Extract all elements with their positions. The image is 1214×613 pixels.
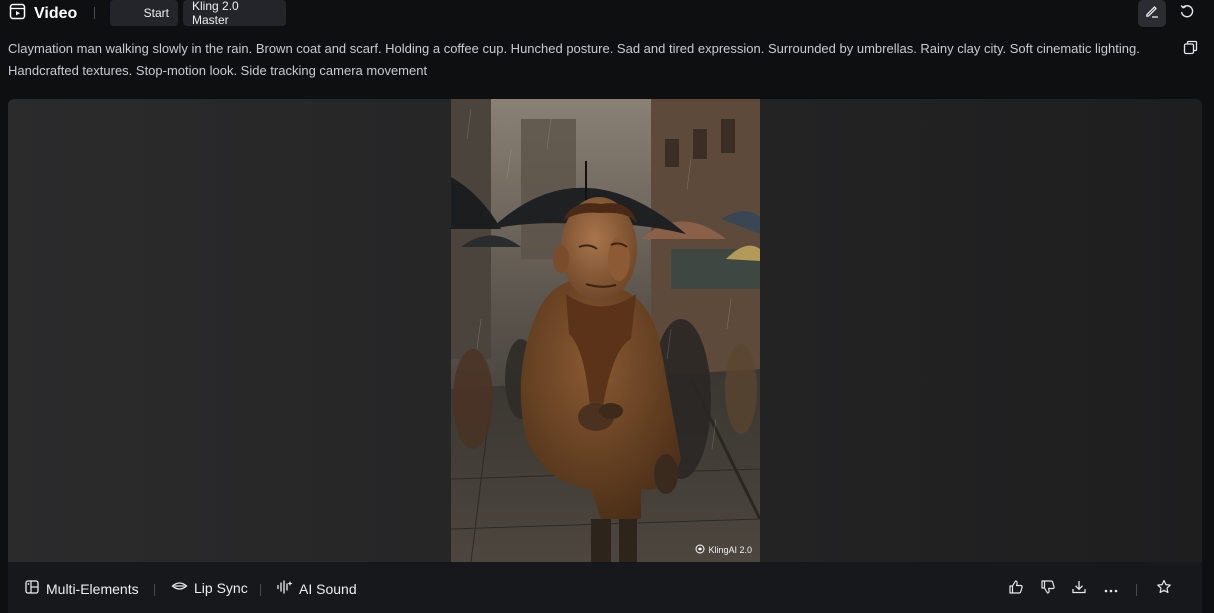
divider [94,7,95,19]
prompt-text: Claymation man walking slowly in the rai… [8,41,1140,78]
video-frame[interactable]: KlingAI 2.0 [451,99,760,562]
lip-sync-button[interactable]: Lip Sync [171,579,248,596]
undo-button[interactable] [1173,0,1201,27]
copy-icon [1183,40,1198,60]
multi-elements-label: Multi-Elements [46,580,139,597]
multi-elements-button[interactable]: Multi-Elements [24,579,139,598]
copy-button[interactable] [1180,40,1200,60]
page-title: Video [34,5,78,22]
lip-sync-icon [171,579,188,596]
multi-elements-icon [24,579,40,598]
title-group: Video [9,3,77,25]
ai-sound-button[interactable]: AI Sound [276,579,357,598]
edit-icon [1144,3,1160,24]
download-icon [1071,579,1087,600]
divider [260,584,261,596]
like-button[interactable] [1007,579,1025,600]
ai-sound-icon [276,579,293,598]
kling-logo-icon [695,544,705,556]
more-button[interactable] [1102,580,1120,598]
video-thumbnail [451,99,760,562]
star-icon [1156,579,1172,600]
more-icon [1104,580,1118,598]
undo-icon [1179,3,1195,24]
bottom-toolbar: Multi-Elements Lip Sync AI Sound [8,562,1202,613]
thumbs-down-icon [1040,579,1056,600]
download-button[interactable] [1070,580,1088,598]
model-chip[interactable]: Kling 2.0 Master [183,0,286,27]
thumbs-up-icon [1008,579,1024,600]
divider [154,584,155,596]
watermark-text: KlingAI 2.0 [708,545,752,555]
lip-sync-label: Lip Sync [194,579,248,596]
dislike-button[interactable] [1039,579,1057,600]
start-chip[interactable]: Start [110,0,178,26]
video-icon [9,3,26,25]
favorite-button[interactable] [1155,579,1173,600]
ai-sound-label: AI Sound [299,580,357,597]
video-stage: KlingAI 2.0 [8,99,1202,562]
divider [1136,584,1137,596]
top-bar: Video Start Kling 2.0 Master [0,0,1214,27]
edit-button[interactable] [1138,0,1166,27]
watermark: KlingAI 2.0 [695,544,752,556]
